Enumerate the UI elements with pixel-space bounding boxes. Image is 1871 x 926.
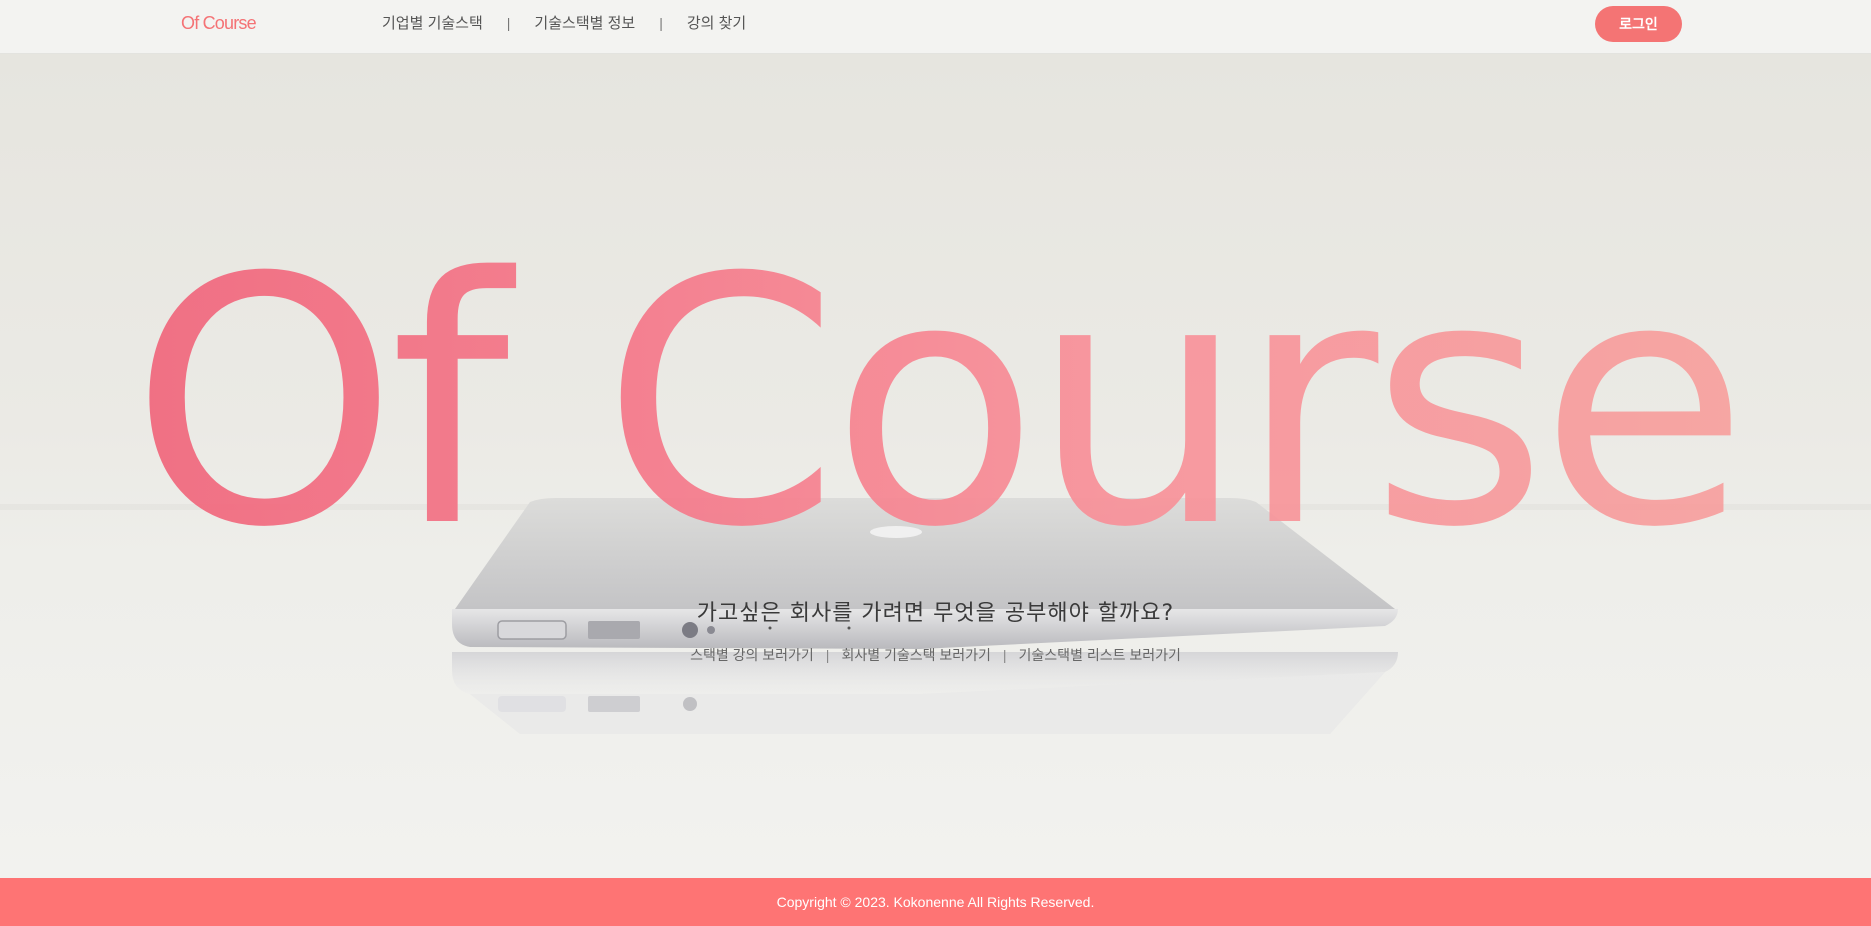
hero-links: 스택별 강의 보러가기 | 회사별 기술스택 보러가기 | 기술스택별 리스트 … <box>0 645 1871 665</box>
nav-techstack-info[interactable]: 기술스택별 정보 <box>534 12 635 33</box>
link-separator: | <box>825 647 830 663</box>
link-separator: | <box>1002 647 1007 663</box>
link-lectures-by-stack[interactable]: 스택별 강의 보러가기 <box>690 645 814 665</box>
hero-section: Of Course 가고싶은 회사를 가려면 무엇을 공부해야 할까요? 스택별… <box>0 54 1871 878</box>
nav-company-techstack[interactable]: 기업별 기술스택 <box>382 12 483 33</box>
link-techstack-by-company[interactable]: 회사별 기술스택 보러가기 <box>841 645 990 665</box>
nav-separator: | <box>506 14 511 31</box>
hero-question: 가고싶은 회사를 가려면 무엇을 공부해야 할까요? <box>696 601 1175 626</box>
main-nav: 기업별 기술스택 | 기술스택별 정보 | 강의 찾기 <box>382 12 746 33</box>
link-list-by-techstack[interactable]: 기술스택별 리스트 보러가기 <box>1019 645 1181 665</box>
footer: Copyright © 2023. Kokonenne All Rights R… <box>0 878 1871 926</box>
nav-separator: | <box>659 14 663 31</box>
login-button[interactable]: 로그인 <box>1595 6 1682 42</box>
hero-wordmark-title: Of Course <box>0 234 1871 574</box>
nav-find-lecture[interactable]: 강의 찾기 <box>687 12 746 33</box>
top-navbar: Of Course 기업별 기술스택 | 기술스택별 정보 | 강의 찾기 로그… <box>0 0 1871 54</box>
footer-copyright: Copyright © 2023. Kokonenne All Rights R… <box>776 894 1095 910</box>
logo-link[interactable]: Of Course <box>181 13 257 34</box>
